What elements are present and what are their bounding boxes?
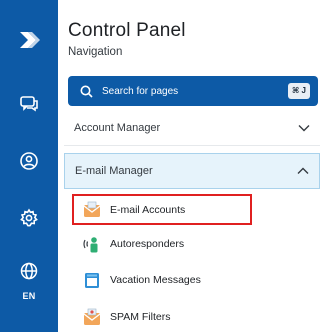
section-label: E-mail Manager xyxy=(75,165,153,177)
page-subtitle: Navigation xyxy=(68,46,123,58)
autoresponder-icon xyxy=(82,234,102,254)
page-title: Control Panel xyxy=(68,20,186,41)
search-placeholder: Search for pages xyxy=(102,85,179,97)
menu-item-autoresponders[interactable]: Autoresponders xyxy=(82,231,262,257)
gear-icon[interactable] xyxy=(0,205,58,231)
envelope-icon xyxy=(82,200,102,220)
sidebar-rail: EN xyxy=(0,0,58,332)
logo-chevron-icon[interactable] xyxy=(0,26,58,54)
spam-filter-icon xyxy=(82,307,102,327)
menu-item-spam-filters[interactable]: SPAM Filters xyxy=(82,304,262,330)
user-circle-icon[interactable] xyxy=(0,148,58,174)
menu-item-vacation-messages[interactable]: Vacation Messages xyxy=(82,267,262,293)
search-input[interactable]: Search for pages ⌘ J xyxy=(68,76,318,106)
section-account-manager[interactable]: Account Manager xyxy=(64,110,320,146)
menu-item-label: Vacation Messages xyxy=(110,274,201,286)
keyboard-shortcut-badge: ⌘ J xyxy=(287,83,310,99)
menu-item-label: Autoresponders xyxy=(110,238,185,250)
language-label: EN xyxy=(22,291,36,301)
search-icon xyxy=(80,84,94,98)
section-email-manager[interactable]: E-mail Manager xyxy=(64,153,320,189)
section-label: Account Manager xyxy=(74,121,161,134)
language-selector[interactable]: EN xyxy=(0,262,58,301)
menu-item-label: E-mail Accounts xyxy=(110,204,186,216)
calendar-icon xyxy=(82,270,102,290)
chevron-up-icon xyxy=(297,162,309,180)
chat-icon[interactable] xyxy=(0,91,58,117)
menu-item-label: SPAM Filters xyxy=(110,311,171,323)
chevron-down-icon xyxy=(298,119,310,137)
menu-item-email-accounts[interactable]: E-mail Accounts xyxy=(82,197,262,223)
globe-icon xyxy=(20,262,38,285)
